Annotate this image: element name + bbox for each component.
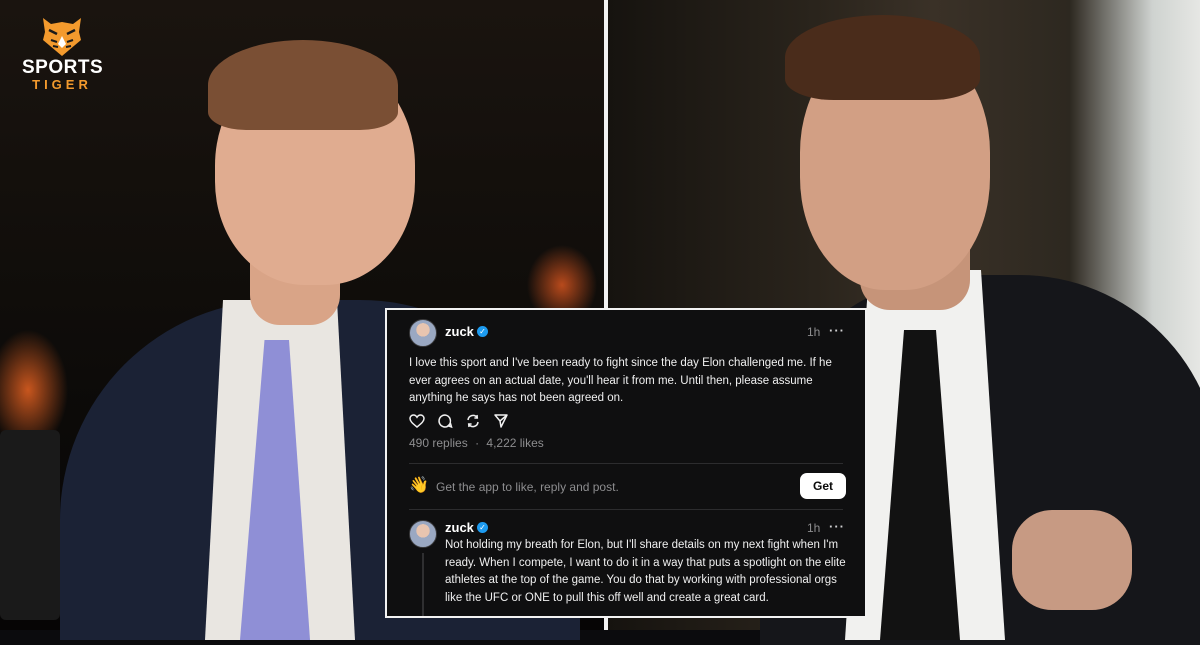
verified-badge-icon: ✓ bbox=[477, 522, 488, 533]
more-options-icon[interactable]: ··· bbox=[829, 519, 845, 534]
post-body-text: Not holding my breath for Elon, but I'll… bbox=[445, 539, 846, 604]
likes-count[interactable]: 4,222 likes bbox=[486, 436, 543, 450]
threads-post-card: zuck ✓ 1h ··· I love this sport and I've… bbox=[385, 308, 867, 618]
divider bbox=[409, 509, 843, 510]
right-person-hair bbox=[785, 15, 980, 100]
divider bbox=[409, 463, 843, 464]
verified-badge-icon: ✓ bbox=[477, 326, 488, 337]
promo-text: Get the app to like, reply and post. bbox=[436, 480, 619, 494]
post-username[interactable]: zuck bbox=[445, 324, 474, 339]
repost-icon[interactable] bbox=[465, 413, 481, 429]
get-app-button[interactable]: Get bbox=[800, 473, 846, 499]
logo-text-sports: SPORTS bbox=[22, 57, 104, 78]
avatar[interactable] bbox=[409, 520, 437, 548]
post-actions bbox=[409, 413, 509, 431]
left-person-hair bbox=[208, 40, 398, 130]
thread-connector-line bbox=[422, 553, 424, 616]
post-body-text: I love this sport and I've been ready to… bbox=[409, 357, 832, 404]
post-timestamp: 1h bbox=[807, 325, 821, 339]
camera-shape bbox=[0, 430, 60, 620]
replies-count[interactable]: 490 replies bbox=[409, 436, 468, 450]
heart-icon[interactable] bbox=[409, 413, 425, 429]
comment-icon[interactable] bbox=[437, 413, 453, 429]
stats-separator: · bbox=[475, 436, 480, 450]
post-username[interactable]: zuck bbox=[445, 520, 474, 535]
sports-tiger-logo: SPORTS TIGER bbox=[22, 14, 104, 92]
logo-text-tiger: TIGER bbox=[32, 77, 92, 92]
post-timestamp: 1h bbox=[807, 521, 821, 535]
share-icon[interactable] bbox=[493, 413, 509, 429]
right-person-hand bbox=[1012, 510, 1132, 610]
waving-hand-icon: 👋 bbox=[409, 477, 429, 494]
more-options-icon[interactable]: ··· bbox=[829, 323, 845, 338]
post-stats: 490 replies · 4,222 likes bbox=[409, 436, 548, 450]
tiger-head-icon bbox=[43, 18, 81, 56]
avatar[interactable] bbox=[409, 319, 437, 347]
